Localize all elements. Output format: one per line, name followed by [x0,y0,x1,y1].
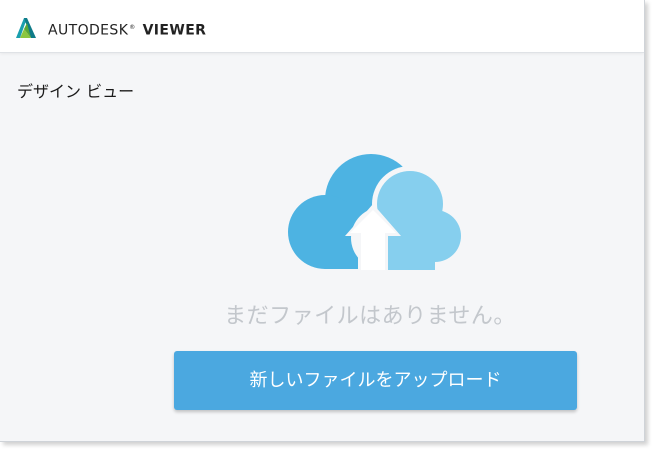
autodesk-logo-icon[interactable] [15,17,37,39]
product-name: VIEWER [142,22,207,39]
upload-new-file-button[interactable]: 新しいファイルをアップロード [174,351,577,410]
page-title: デザイン ビュー [17,82,135,101]
brand-title[interactable]: AUTODESK® VIEWER [48,17,206,39]
viewer-window: AUTODESK® VIEWER デザイン ビュー まだファイルはありません。 … [0,0,645,442]
brand-registered-mark: ® [129,24,136,31]
empty-state-message: まだファイルはありません。 [224,304,516,329]
brand-name: AUTODESK [48,22,129,39]
cloud-upload-icon [288,154,463,270]
app-header: AUTODESK® VIEWER [0,0,644,53]
